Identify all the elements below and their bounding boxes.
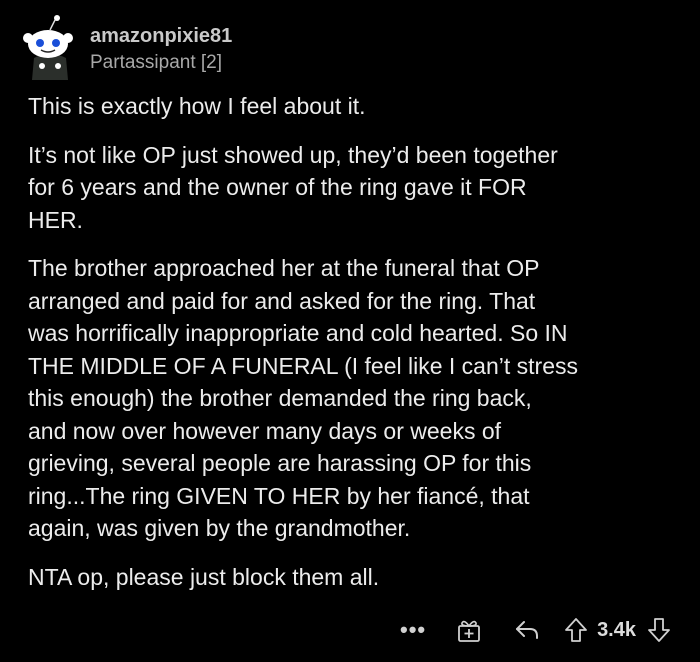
- upvote-button[interactable]: [561, 612, 591, 648]
- downvote-icon: [647, 617, 671, 643]
- downvote-button[interactable]: [644, 612, 674, 648]
- reply-icon: [514, 619, 540, 641]
- comment-header: amazonpixie81 Partassipant [2]: [20, 14, 232, 84]
- vote-score: 3.4k: [597, 618, 636, 641]
- comment-body: This is exactly how I feel about it. It’…: [28, 90, 678, 609]
- user-flair: Partassipant [2]: [90, 52, 223, 73]
- reply-button[interactable]: [509, 612, 545, 648]
- award-icon: [456, 617, 482, 643]
- comment-paragraph: It’s not like OP just showed up, they’d …: [28, 141, 558, 233]
- comment-actions: ••• 3.4k: [393, 612, 674, 648]
- comment-paragraph: The brother approached her at the funera…: [28, 255, 579, 541]
- snoo-avatar-icon[interactable]: [20, 14, 80, 80]
- comment-paragraph: This is exactly how I feel about it.: [28, 93, 366, 119]
- comment-paragraph: NTA op, please just block them all.: [28, 563, 380, 590]
- more-options-button[interactable]: •••: [393, 612, 433, 648]
- award-button[interactable]: [451, 612, 487, 648]
- upvote-icon: [564, 617, 588, 643]
- comment: amazonpixie81 Partassipant [2] This is e…: [0, 0, 700, 662]
- user-meta: amazonpixie81 Partassipant [2]: [90, 14, 232, 76]
- username[interactable]: amazonpixie81: [90, 24, 232, 48]
